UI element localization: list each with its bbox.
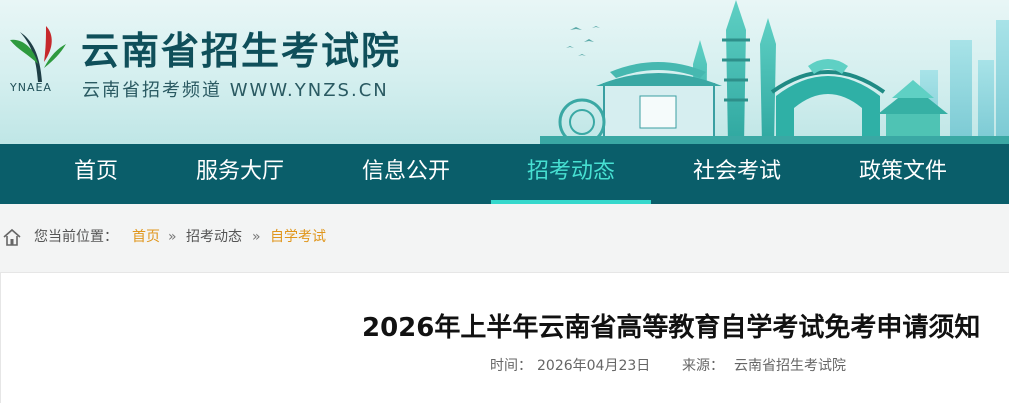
article-time-value: 2026年04月23日 [537, 358, 651, 374]
breadcrumb-home-link[interactable]: 首页 [132, 222, 160, 252]
breadcrumb-separator: » [252, 229, 261, 245]
logo-abbreviation: YNAEA [10, 81, 52, 94]
breadcrumb-prefix: 您当前位置： [34, 229, 118, 245]
nav-item-social-exams[interactable]: 社会考试 [657, 144, 817, 204]
article-time-label: 时间： [490, 358, 532, 374]
nav-item-service-hall[interactable]: 服务大厅 [160, 144, 320, 204]
ynaea-logo-icon[interactable] [2, 18, 74, 84]
article-source-value: 云南省招生考试院 [734, 358, 846, 374]
breadcrumb-current-link[interactable]: 自学考试 [270, 222, 326, 252]
nav-item-info-disclosure[interactable]: 信息公开 [326, 144, 486, 204]
nav-item-home[interactable]: 首页 [16, 144, 176, 204]
article-title: 2026年上半年云南省高等教育自学考试免考申请须知 [362, 313, 981, 343]
main-nav: 首页 服务大厅 信息公开 招考动态 社会考试 政策文件 [0, 144, 1009, 204]
nav-item-exam-news[interactable]: 招考动态 [491, 144, 651, 204]
site-subtitle: 云南省招考频道 WWW.YNZS.CN [82, 80, 389, 101]
site-title[interactable]: 云南省招生考试院 [81, 20, 401, 75]
yunnan-skyline-illustration-icon [540, 0, 1009, 144]
breadcrumb-section-link[interactable]: 招考动态 [186, 222, 242, 252]
home-icon [3, 228, 21, 246]
article-source-label: 来源： [682, 358, 724, 374]
site-header: YNAEA 云南省招生考试院 云南省招考频道 WWW.YNZS.CN [0, 0, 1009, 144]
breadcrumb-separator: » [168, 229, 177, 245]
nav-item-policy-docs[interactable]: 政策文件 [823, 144, 983, 204]
